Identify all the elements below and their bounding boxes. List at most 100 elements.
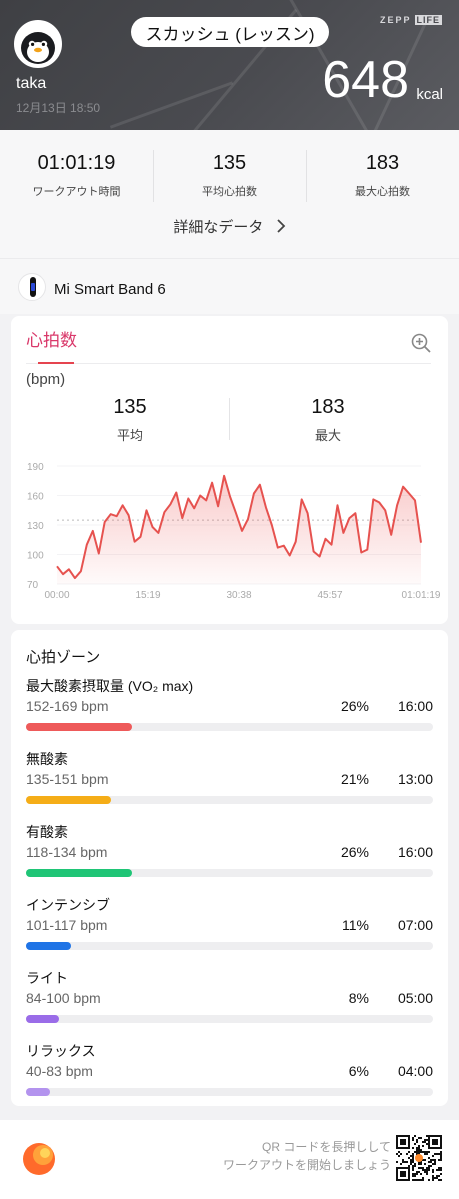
- stat-label: ワークアウト時間: [32, 186, 121, 198]
- y-tick-label: 70: [27, 580, 39, 591]
- x-tick-label: 30:38: [226, 590, 251, 601]
- zone-progress-fill: [26, 869, 132, 877]
- y-tick-label: 130: [27, 521, 44, 532]
- heart-rate-title: 心拍数: [26, 331, 77, 350]
- zone-range: 135-151 bpm: [26, 771, 109, 787]
- y-tick-label: 190: [27, 462, 44, 473]
- stat-max-hr: 183 最大心拍数: [306, 152, 459, 199]
- zones-title: 心拍ゾーン: [26, 649, 101, 666]
- zone-progress-track: [26, 723, 433, 731]
- heart-rate-chart: 190 160 130 100 70 00:00 15:19 30:38 45:57 01:01:…: [27, 462, 441, 601]
- zone-progress-track: [26, 942, 433, 950]
- zone-percent: 8%: [348, 990, 369, 1006]
- zone-name: インテンシブ: [26, 897, 110, 913]
- workout-summary: 01:01:19 ワークアウト時間 135 平均心拍数 183 最大心拍数 詳細…: [0, 130, 459, 258]
- chevron-right-icon: [276, 219, 285, 233]
- zone-row: インテンシブ 101-117 bpm 11% 07:00: [26, 895, 433, 957]
- y-tick-label: 160: [27, 492, 44, 503]
- sport-type-pill[interactable]: スカッシュ (レッスン): [131, 17, 329, 47]
- zone-progress-track: [26, 1088, 433, 1096]
- zone-time: 07:00: [397, 917, 433, 933]
- zone-range: 152-169 bpm: [26, 698, 109, 714]
- tab-divider: [26, 363, 431, 364]
- detail-data-link[interactable]: 詳細なデータ: [0, 216, 459, 237]
- zone-percent: 11%: [342, 917, 369, 933]
- heart-rate-card: 心拍数 (bpm) 135 平均 183 最大 190 160 130 100 70 00…: [11, 316, 448, 624]
- active-tab-indicator: [38, 362, 74, 364]
- hr-max-label: 最大: [314, 428, 341, 443]
- zone-progress-fill: [26, 796, 112, 804]
- bpm-unit-label: (bpm): [26, 371, 66, 388]
- x-tick-label: 01:01:19: [402, 590, 441, 601]
- zone-progress-fill: [26, 723, 132, 731]
- zone-percent: 6%: [348, 1063, 369, 1079]
- y-tick-label: 100: [27, 551, 44, 562]
- zone-percent: 21%: [340, 771, 369, 787]
- zone-progress-track: [26, 796, 433, 804]
- zone-row: 有酸素 118-134 bpm 26% 16:00: [26, 822, 433, 884]
- zone-time: 05:00: [397, 990, 433, 1006]
- zone-percent: 26%: [340, 698, 369, 714]
- zone-range: 118-134 bpm: [26, 844, 108, 860]
- brand-sub: LIFE: [414, 15, 443, 25]
- x-tick-label: 45:57: [317, 590, 342, 601]
- brand-logo: ZEPP LIFE: [380, 15, 443, 25]
- zone-time: 16:00: [397, 844, 433, 860]
- hr-average-label: 平均: [116, 428, 143, 443]
- stat-value: 183: [365, 152, 400, 174]
- hr-max-value: 183: [311, 396, 345, 418]
- workout-header: taka 12月13日 18:50 スカッシュ (レッスン) ZEPP LIFE…: [0, 0, 459, 130]
- stat-value: 135: [212, 152, 247, 174]
- device-row[interactable]: Mi Smart Band 6: [0, 258, 459, 314]
- zoom-in-icon[interactable]: [411, 333, 431, 353]
- workout-datetime: 12月13日 18:50: [16, 101, 101, 115]
- x-tick-label: 15:19: [135, 590, 160, 601]
- penguin-avatar-icon: [16, 22, 60, 66]
- stat-label: 最大心拍数: [355, 186, 410, 198]
- username: taka: [16, 75, 47, 92]
- stat-duration: 01:01:19 ワークアウト時間: [0, 152, 153, 199]
- brand-main: ZEPP: [380, 15, 412, 25]
- qr-text-line-1: QR コードを長押しして: [262, 1140, 391, 1154]
- device-name: Mi Smart Band 6: [54, 281, 166, 298]
- calories-unit: kcal: [416, 86, 443, 103]
- heart-rate-zones-card: 心拍ゾーン 最大酸素摂取量 (VO₂ max) 152-169 bpm 26% 16:…: [11, 630, 448, 1106]
- smart-band-icon: [18, 273, 46, 301]
- footer-bar: QR コードを長押しして ワークアウトを開始しましょう: [0, 1120, 459, 1199]
- stat-value: 01:01:19: [37, 152, 116, 174]
- zone-progress-fill: [26, 1088, 51, 1096]
- zone-progress-track: [26, 1015, 433, 1023]
- heart-rate-area: [57, 475, 421, 584]
- hr-average: 135 平均: [30, 396, 230, 444]
- hr-average-value: 135: [113, 396, 147, 418]
- stat-label: 平均心拍数: [202, 186, 257, 198]
- zone-name: リラックス: [26, 1043, 96, 1059]
- zone-time: 13:00: [397, 771, 433, 787]
- zone-name: 最大酸素摂取量 (VO₂ max): [26, 678, 194, 694]
- zone-range: 84-100 bpm: [26, 990, 101, 1006]
- qr-instructions: QR コードを長押しして ワークアウトを開始しましょう: [223, 1138, 391, 1174]
- zepp-life-logo-icon: [23, 1143, 55, 1175]
- hr-max: 183 最大: [228, 396, 428, 444]
- x-tick-label: 00:00: [44, 590, 69, 601]
- qr-code-icon[interactable]: [396, 1135, 442, 1181]
- zone-row: 無酸素 135-151 bpm 21% 13:00: [26, 749, 433, 811]
- user-avatar[interactable]: [14, 20, 62, 68]
- zone-time: 04:00: [397, 1063, 433, 1079]
- zone-progress-track: [26, 869, 433, 877]
- zone-name: 無酸素: [26, 751, 68, 767]
- zone-range: 101-117 bpm: [26, 917, 108, 933]
- zone-row: ライト 84-100 bpm 8% 05:00: [26, 968, 433, 1030]
- zone-name: ライト: [26, 970, 68, 986]
- zone-name: 有酸素: [26, 824, 68, 840]
- detail-data-label: 詳細なデータ: [173, 219, 264, 236]
- zone-row: リラックス 40-83 bpm 6% 04:00: [26, 1041, 433, 1103]
- zone-range: 40-83 bpm: [26, 1063, 93, 1079]
- zone-percent: 26%: [340, 844, 369, 860]
- zone-row: 最大酸素摂取量 (VO₂ max) 152-169 bpm 26% 16:00: [26, 676, 433, 738]
- calories-value: 648: [322, 51, 409, 109]
- zone-progress-fill: [26, 1015, 59, 1023]
- stat-average-hr: 135 平均心拍数: [153, 152, 306, 199]
- qr-text-line-2: ワークアウトを開始しましょう: [222, 1158, 391, 1172]
- zone-progress-fill: [26, 942, 71, 950]
